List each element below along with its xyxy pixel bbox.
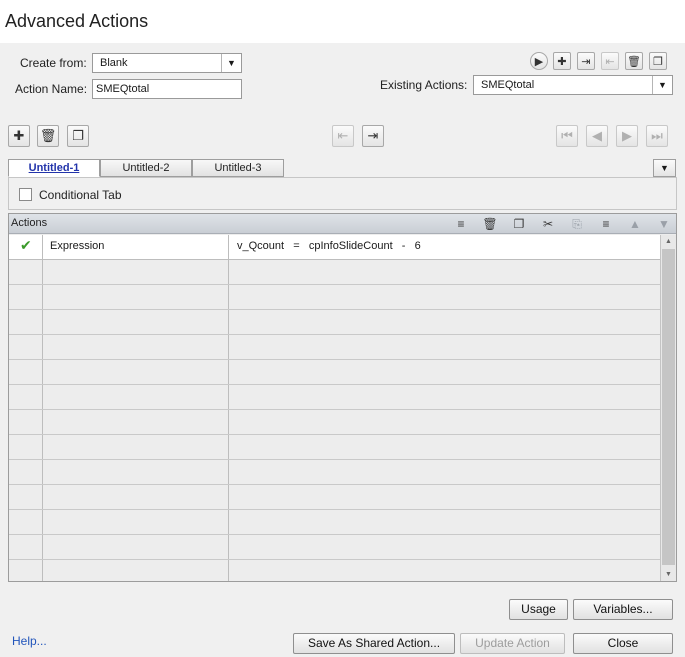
variables-button[interactable]: Variables... [573, 599, 673, 620]
move-tab-left-icon[interactable]: ⇤ [332, 125, 354, 147]
table-row[interactable] [9, 260, 660, 285]
create-from-dropdown[interactable]: Blank ▼ [92, 53, 242, 73]
conditional-label: Conditional Tab [39, 188, 122, 202]
close-button[interactable]: Close [573, 633, 673, 654]
window-title: Advanced Actions [5, 11, 149, 31]
table-row[interactable] [9, 560, 660, 581]
preview-icon[interactable]: ▶ [530, 52, 548, 70]
table-row[interactable] [9, 335, 660, 360]
table-row[interactable] [9, 485, 660, 510]
table-row[interactable] [9, 385, 660, 410]
duplicate-tab-icon[interactable]: ❐ [67, 125, 89, 147]
actions-panel: Actions ≡ 🗑 ❐ ✂ ⎘ ≡ ▲ ▼ ✔ Expression v_Q… [8, 213, 677, 582]
tab-list-dropdown[interactable]: ▼ [653, 159, 676, 177]
conditional-area: Conditional Tab [8, 177, 677, 210]
scrollbar-thumb[interactable] [662, 249, 675, 565]
delete-action-icon[interactable]: 🗑 [625, 52, 643, 70]
title-bar: Advanced Actions [0, 0, 685, 43]
existing-actions-label: Existing Actions: [380, 78, 468, 92]
move-down-icon[interactable]: ▼ [656, 216, 672, 232]
create-from-value: Blank [100, 57, 128, 69]
tab-untitled-1[interactable]: Untitled-1 [8, 159, 100, 177]
previous-tab-icon[interactable]: ◀ [586, 125, 608, 147]
chevron-down-icon: ▼ [652, 76, 672, 94]
table-row[interactable] [9, 435, 660, 460]
first-tab-icon[interactable]: ⏮ [556, 125, 578, 147]
chevron-down-icon: ▼ [221, 54, 241, 72]
status-cell: ✔ [9, 235, 43, 259]
export-icon[interactable]: ⇤ [601, 52, 619, 70]
table-row[interactable] [9, 285, 660, 310]
cut-row-icon[interactable]: ✂ [540, 216, 556, 232]
table-row[interactable] [9, 460, 660, 485]
actions-scrollbar[interactable]: ▲ ▼ [660, 235, 676, 581]
table-row[interactable] [9, 410, 660, 435]
help-link[interactable]: Help... [12, 634, 47, 648]
move-up-icon[interactable]: ▲ [627, 216, 643, 232]
save-as-shared-action-button[interactable]: Save As Shared Action... [293, 633, 455, 654]
actions-header-label: Actions [11, 217, 48, 229]
action-name-value: SMEQtotal [96, 83, 150, 95]
conditional-checkbox[interactable] [19, 188, 32, 201]
tab-untitled-2[interactable]: Untitled-2 [100, 159, 192, 177]
import-icon[interactable]: ⇥ [577, 52, 595, 70]
delete-tab-icon[interactable]: 🗑 [37, 125, 59, 147]
action-name-label: Action Name: [15, 82, 88, 96]
action-type-cell[interactable]: Expression [43, 235, 229, 259]
table-row[interactable]: ✔ Expression v_Qcount = cpInfoSlideCount… [9, 235, 660, 260]
last-tab-icon[interactable]: ⏭ [646, 125, 668, 147]
table-row[interactable] [9, 535, 660, 560]
scroll-up-icon[interactable]: ▲ [661, 235, 676, 248]
add-action-icon[interactable]: ✚ [553, 52, 571, 70]
actions-header: Actions ≡ 🗑 ❐ ✂ ⎘ ≡ ▲ ▼ [9, 214, 676, 234]
move-tab-right-icon[interactable]: ⇥ [362, 125, 384, 147]
table-row[interactable] [9, 310, 660, 335]
insert-after-icon[interactable]: ≡ [598, 216, 614, 232]
action-value-cell[interactable]: v_Qcount = cpInfoSlideCount - 6 [229, 235, 660, 259]
existing-actions-dropdown[interactable]: SMEQtotal ▼ [473, 75, 673, 95]
usage-button[interactable]: Usage [509, 599, 568, 620]
paste-row-icon[interactable]: ⎘ [569, 216, 585, 232]
add-tab-icon[interactable]: ✚ [8, 125, 30, 147]
create-from-label: Create from: [20, 56, 87, 70]
actions-grid: ✔ Expression v_Qcount = cpInfoSlideCount… [9, 235, 660, 581]
table-row[interactable] [9, 510, 660, 535]
next-tab-icon[interactable]: ▶ [616, 125, 638, 147]
action-name-input[interactable]: SMEQtotal [92, 79, 242, 99]
tab-untitled-3[interactable]: Untitled-3 [192, 159, 284, 177]
checkmark-icon: ✔ [20, 237, 32, 253]
update-action-button[interactable]: Update Action [460, 633, 565, 654]
copy-row-icon[interactable]: ❐ [511, 216, 527, 232]
chevron-down-icon: ▼ [660, 163, 669, 173]
scroll-down-icon[interactable]: ▼ [661, 568, 676, 581]
insert-row-icon[interactable]: ≡ [453, 216, 469, 232]
existing-actions-value: SMEQtotal [481, 79, 535, 91]
duplicate-action-icon[interactable]: ❐ [649, 52, 667, 70]
table-row[interactable] [9, 360, 660, 385]
delete-row-icon[interactable]: 🗑 [482, 216, 498, 232]
